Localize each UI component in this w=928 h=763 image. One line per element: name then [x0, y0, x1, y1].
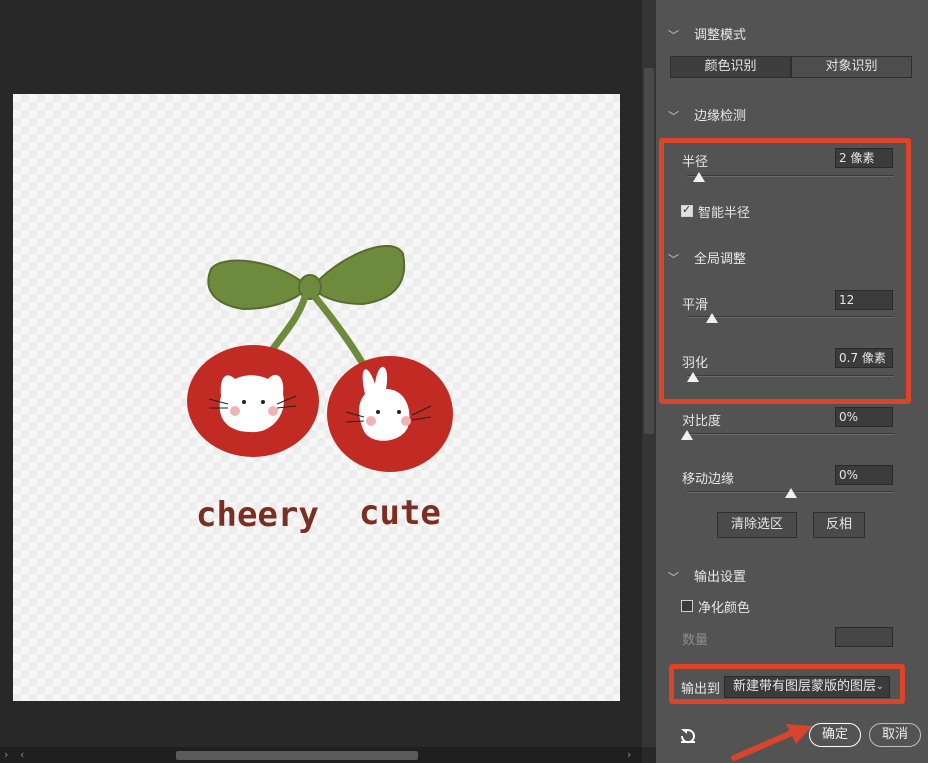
chevron-right-icon[interactable]: ›: [4, 747, 8, 763]
chevron-down-icon[interactable]: ﹀: [668, 569, 684, 585]
feather-slider-thumb[interactable]: [687, 372, 700, 382]
reset-icon[interactable]: [678, 726, 698, 746]
chevron-right-icon[interactable]: ›: [627, 747, 631, 763]
shift-edge-label: 移动边缘: [682, 472, 735, 487]
decontaminate-label: 净化颜色: [698, 601, 751, 616]
smooth-slider-thumb[interactable]: [705, 313, 718, 323]
feather-field[interactable]: 0.7 像素: [835, 348, 893, 368]
properties-panel: ﹀调整模式 颜色识别 对象识别 ﹀边缘检测 半径 2 像素 智能半径 ﹀全局调整…: [656, 0, 928, 763]
cherry-bunny-icon: [327, 356, 453, 472]
amount-field: [835, 627, 893, 647]
smart-radius-checkbox[interactable]: [681, 203, 693, 217]
output-to-select[interactable]: 新建带有图层蒙版的图层 ⌄: [724, 676, 890, 698]
bow-icon: [207, 244, 406, 368]
smooth-label: 平滑: [682, 298, 709, 313]
canvas-workspace: cheery cute › ‹ ›: [0, 0, 642, 763]
clear-selection-button[interactable]: 清除选区: [717, 512, 797, 538]
section-output-settings[interactable]: ﹀ 输出设置: [668, 566, 746, 585]
cherry-artwork: cheery cute: [187, 244, 453, 535]
feather-label: 羽化: [682, 356, 709, 371]
section-edge-detection[interactable]: ﹀ 边缘检测: [668, 105, 746, 124]
horizontal-scroll-thumb[interactable]: [176, 751, 418, 760]
decontaminate-checkbox[interactable]: [681, 600, 693, 612]
chevron-down-icon[interactable]: ﹀: [668, 108, 684, 124]
smart-radius-label: 智能半径: [698, 206, 751, 221]
radius-label: 半径: [682, 155, 709, 170]
artwork-text-left: cheery: [196, 495, 319, 535]
tab-object-aware[interactable]: 对象识别: [791, 56, 912, 78]
tab-color-aware[interactable]: 颜色识别: [670, 56, 791, 78]
section-global-refine[interactable]: ﹀ 全局调整: [668, 248, 746, 267]
smooth-slider[interactable]: [687, 316, 894, 318]
cancel-button[interactable]: 取消: [869, 723, 921, 747]
horizontal-scrollbar[interactable]: › ‹ ›: [0, 747, 642, 763]
output-to-label: 输出到: [681, 682, 721, 697]
radius-slider-thumb[interactable]: [693, 172, 706, 182]
contrast-slider-thumb[interactable]: [681, 430, 693, 440]
annotation-arrow-icon: [731, 724, 812, 761]
smooth-field[interactable]: 12: [835, 290, 893, 310]
radius-slider[interactable]: [687, 175, 894, 177]
cherry-cat-icon: [187, 345, 319, 457]
contrast-label: 对比度: [682, 414, 722, 429]
amount-label: 数量: [682, 633, 709, 648]
vertical-scrollbar[interactable]: [642, 0, 656, 747]
radius-field[interactable]: 2 像素: [835, 148, 893, 168]
shift-edge-slider-thumb[interactable]: [784, 488, 797, 498]
chevron-down-icon[interactable]: ﹀: [668, 251, 684, 267]
chevron-down-icon[interactable]: ﹀: [668, 27, 684, 43]
contrast-slider[interactable]: [687, 433, 894, 435]
output-to-value: 新建带有图层蒙版的图层: [733, 679, 877, 694]
dropdown-caret-icon: ⌄: [875, 681, 884, 692]
chevron-left-icon[interactable]: ‹: [20, 747, 24, 763]
vertical-scroll-thumb[interactable]: [644, 68, 654, 434]
artwork-text-right: cute: [359, 493, 441, 533]
contrast-field[interactable]: 0%: [835, 407, 893, 427]
image-canvas[interactable]: cheery cute: [13, 94, 620, 701]
shift-edge-field[interactable]: 0%: [835, 465, 893, 485]
invert-button[interactable]: 反相: [813, 512, 865, 538]
section-view-mode[interactable]: ﹀ 调整模式: [668, 24, 746, 43]
feather-slider[interactable]: [687, 375, 894, 377]
